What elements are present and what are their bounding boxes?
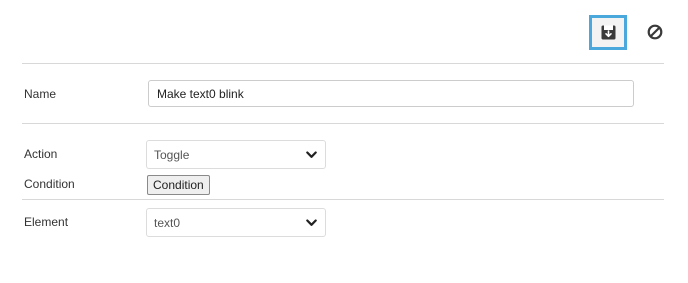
element-label: Element [24,215,69,229]
name-input[interactable] [148,80,634,107]
save-icon [601,25,615,40]
chevron-down-icon [306,218,317,226]
action-label: Action [24,147,58,161]
save-button[interactable] [589,15,627,50]
action-select[interactable]: Toggle [146,140,326,169]
divider [22,199,664,200]
element-select-value: text0 [154,215,181,230]
chevron-down-icon [306,150,317,158]
action-select-value: Toggle [154,147,190,162]
condition-button[interactable]: Condition [147,175,210,195]
element-select[interactable]: text0 [146,208,326,237]
name-label: Name [24,87,57,101]
divider [22,63,664,64]
condition-label: Condition [24,177,75,191]
prohibited-icon [647,24,663,40]
cancel-button[interactable] [644,21,666,43]
divider [22,123,664,124]
